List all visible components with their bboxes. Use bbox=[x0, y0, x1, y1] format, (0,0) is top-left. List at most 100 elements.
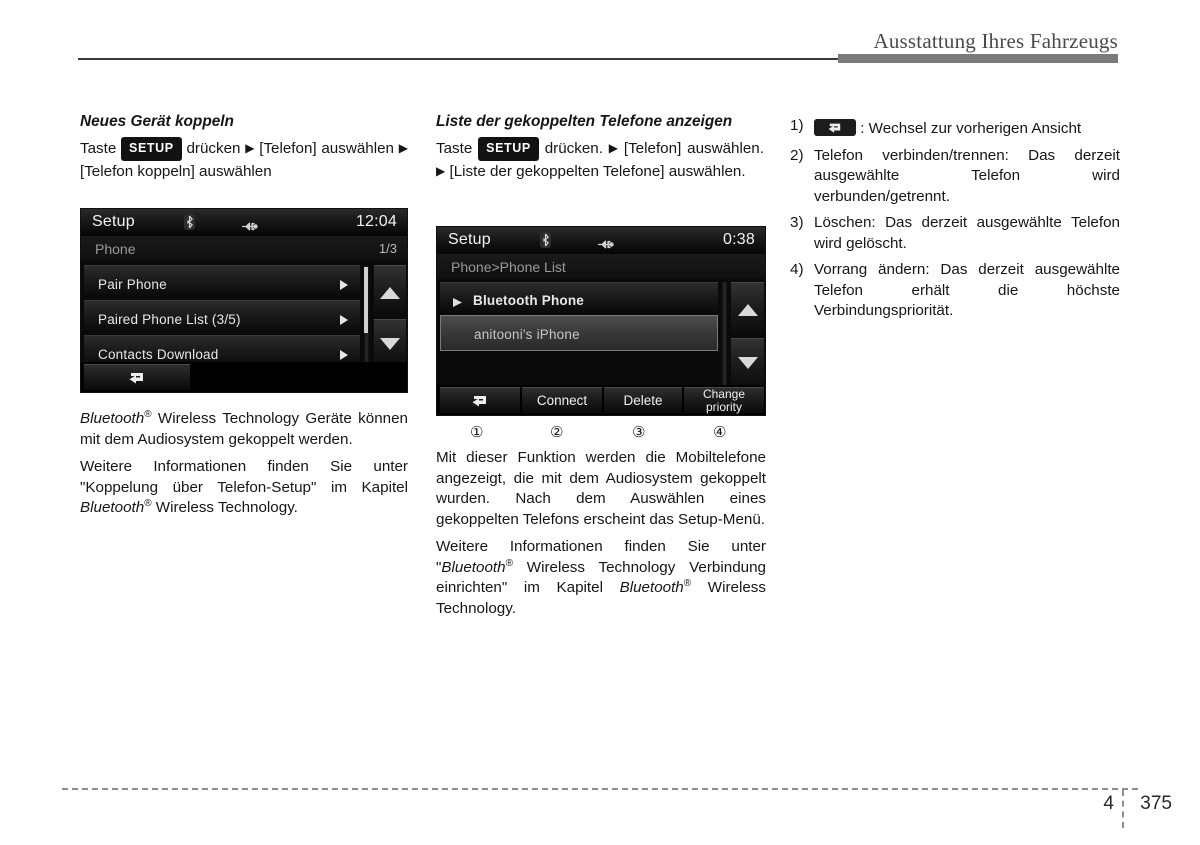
left-column: Neues Gerät koppeln Taste SETUP drücken … bbox=[80, 112, 408, 516]
back-button[interactable] bbox=[440, 387, 520, 413]
menu-item-paired-phone-list[interactable]: Paired Phone List (3/5) bbox=[84, 300, 360, 333]
scroll-up-button[interactable] bbox=[731, 282, 764, 335]
middle-section-title: Liste der gekoppelten Telefone anzeigen bbox=[436, 113, 733, 130]
callout-4: ④ bbox=[713, 423, 727, 441]
back-button[interactable] bbox=[84, 364, 190, 390]
screen-clock: 0:38 bbox=[723, 231, 755, 248]
left-instruction-step1: [Telefon] auswählen bbox=[259, 140, 394, 157]
middle-column: Liste der gekoppelten Telefone anzeigen … bbox=[436, 112, 766, 617]
footer-page-number: 375 bbox=[1140, 793, 1172, 814]
setup-key-chip: SETUP bbox=[121, 137, 182, 161]
triangle-right-icon bbox=[452, 294, 463, 315]
screen-status-bar: Setup 12:04 bbox=[81, 209, 407, 236]
legend-item-2: 2) Telefon verbinden/trennen: Das derzei… bbox=[790, 146, 1120, 208]
middle-instruction-mid: drücken. bbox=[544, 140, 603, 157]
connect-button[interactable]: Connect bbox=[522, 387, 602, 413]
legend-text: Vorrang ändern: Das derzeit ausgewählte … bbox=[814, 261, 1120, 319]
screenshot-callouts: ① ② ③ ④ bbox=[436, 422, 764, 442]
registered-mark: ® bbox=[144, 497, 152, 509]
right-column: 1) : Wechsel zur vorherigen Ansicht 2) T… bbox=[790, 116, 1120, 328]
screen-title: Setup bbox=[92, 213, 135, 230]
registered-mark: ® bbox=[144, 408, 152, 420]
page-title: Ausstattung Ihres Fahrzeugs bbox=[873, 29, 1118, 53]
left-body-text: Bluetooth® Wireless Technology Geräte kö… bbox=[80, 409, 408, 519]
legend-item-1: 1) : Wechsel zur vorherigen Ansicht bbox=[790, 116, 1120, 140]
left-instruction-step2: [Telefon koppeln] auswählen bbox=[80, 162, 272, 180]
back-key-icon bbox=[814, 119, 856, 136]
screen-breadcrumb: Phone>Phone List bbox=[451, 259, 566, 275]
left-instruction-mid: drücken bbox=[186, 140, 241, 157]
bluetooth-word-2: Bluetooth bbox=[619, 579, 684, 596]
header-rule-thin bbox=[78, 58, 838, 60]
bluetooth-icon bbox=[540, 232, 551, 255]
screen-softkey-bar: Connect Delete Change priority bbox=[437, 385, 765, 415]
legend-marker: 1) bbox=[790, 117, 804, 134]
left-instruction-pre: Taste bbox=[80, 140, 117, 157]
headunit-screenshot-setup-phone: Setup 12:04 Phone 1/3 Pair Phone Paired … bbox=[80, 208, 408, 393]
screen-breadcrumb: Phone bbox=[95, 241, 136, 257]
scrollbar-track[interactable] bbox=[721, 282, 728, 387]
back-icon bbox=[472, 396, 486, 407]
middle-instruction: Taste SETUP drücken. ▶ [Telefon] auswähl… bbox=[436, 137, 764, 182]
screen-subheader: Phone>Phone List bbox=[437, 254, 765, 279]
middle-instruction-pre: Taste bbox=[436, 140, 473, 157]
headunit-screenshot-phone-list: Setup 0:38 Phone>Phone List Bluetooth Ph… bbox=[436, 226, 766, 416]
bluetooth-word: Bluetooth bbox=[80, 410, 145, 427]
legend-text: Löschen: Das derzeit ausgewählte Telefon… bbox=[814, 214, 1120, 252]
left-paragraph-2-a: Weitere Informationen finden Sie unter "… bbox=[80, 458, 408, 496]
middle-body-text: Mit dieser Funktion werden die Mobiltele… bbox=[436, 448, 766, 619]
footer-chapter-number: 4 bbox=[1103, 793, 1114, 814]
middle-instruction-step2: [Liste der gekoppelten Telefone] auswähl… bbox=[449, 162, 746, 180]
scroll-down-button[interactable] bbox=[731, 338, 764, 389]
chevron-right-icon bbox=[338, 277, 350, 298]
left-paragraph-2: Weitere Informationen finden Sie unter "… bbox=[80, 457, 408, 519]
bluetooth-icon bbox=[184, 214, 195, 237]
bluetooth-word: Bluetooth bbox=[441, 558, 506, 576]
callout-3: ③ bbox=[632, 423, 646, 441]
list-item-bluetooth-phone[interactable]: Bluetooth Phone bbox=[440, 282, 718, 314]
middle-paragraph-1: Mit dieser Funktion werden die Mobiltele… bbox=[436, 449, 766, 528]
legend-item-3: 3) Löschen: Das derzeit ausgewählte Tele… bbox=[790, 213, 1120, 254]
bluetooth-word: Bluetooth bbox=[80, 499, 145, 516]
callout-1: ① bbox=[470, 423, 484, 441]
header-rule-thick bbox=[838, 54, 1118, 63]
scrollbar-thumb[interactable] bbox=[364, 267, 368, 333]
registered-mark: ® bbox=[505, 557, 513, 569]
left-section-title: Neues Gerät koppeln bbox=[80, 113, 234, 130]
menu-item-pair-phone[interactable]: Pair Phone bbox=[84, 265, 360, 298]
left-paragraph-1: Bluetooth® Wireless Technology Geräte kö… bbox=[80, 409, 408, 450]
back-icon bbox=[129, 373, 143, 384]
legend-marker: 2) bbox=[790, 146, 804, 164]
list-item-label: anitooni's iPhone bbox=[474, 327, 580, 342]
left-paragraph-2-b: Wireless Technology. bbox=[151, 499, 298, 516]
change-priority-button[interactable]: Change priority bbox=[684, 387, 764, 413]
list-item-label: Bluetooth Phone bbox=[473, 293, 584, 308]
middle-instruction-step1: [Telefon] auswählen. bbox=[623, 140, 764, 157]
legend-marker: 4) bbox=[790, 261, 804, 278]
page-header: Ausstattung Ihres Fahrzeugs bbox=[0, 0, 1200, 70]
arrow-right-icon-2: ▶ bbox=[398, 141, 408, 155]
legend-item-4: 4) Vorrang ändern: Das derzeit ausgewähl… bbox=[790, 260, 1120, 322]
screen-page-indicator: 1/3 bbox=[378, 241, 397, 256]
legend-text: : Wechsel zur vorherigen Ansicht bbox=[860, 120, 1082, 137]
menu-item-label: Pair Phone bbox=[98, 277, 167, 292]
arrow-right-icon: ▶ bbox=[608, 141, 619, 155]
screen-subheader: Phone 1/3 bbox=[81, 236, 407, 261]
arrow-right-icon: ▶ bbox=[245, 141, 255, 155]
legend-marker: 3) bbox=[790, 214, 804, 231]
screen-clock: 12:04 bbox=[355, 213, 397, 230]
screen-softkey-bar bbox=[81, 362, 407, 392]
callout-2: ② bbox=[550, 423, 564, 441]
screen-status-bar: Setup 0:38 bbox=[437, 227, 765, 254]
footer-rule bbox=[62, 788, 1138, 790]
left-instruction: Taste SETUP drücken ▶ [Telefon] auswähle… bbox=[80, 137, 408, 182]
list-item-anitoonis-iphone[interactable]: anitooni's iPhone bbox=[440, 315, 718, 351]
legend-text: Telefon verbinden/trennen: Das derzeit a… bbox=[814, 146, 1120, 205]
delete-button[interactable]: Delete bbox=[604, 387, 682, 413]
scroll-up-button[interactable] bbox=[374, 265, 406, 316]
footer-divider bbox=[1122, 790, 1124, 828]
menu-item-label: Paired Phone List (3/5) bbox=[98, 312, 241, 327]
legend-list: 1) : Wechsel zur vorherigen Ansicht 2) T… bbox=[790, 116, 1120, 322]
setup-key-chip: SETUP bbox=[478, 137, 539, 161]
screen-title: Setup bbox=[448, 231, 491, 248]
